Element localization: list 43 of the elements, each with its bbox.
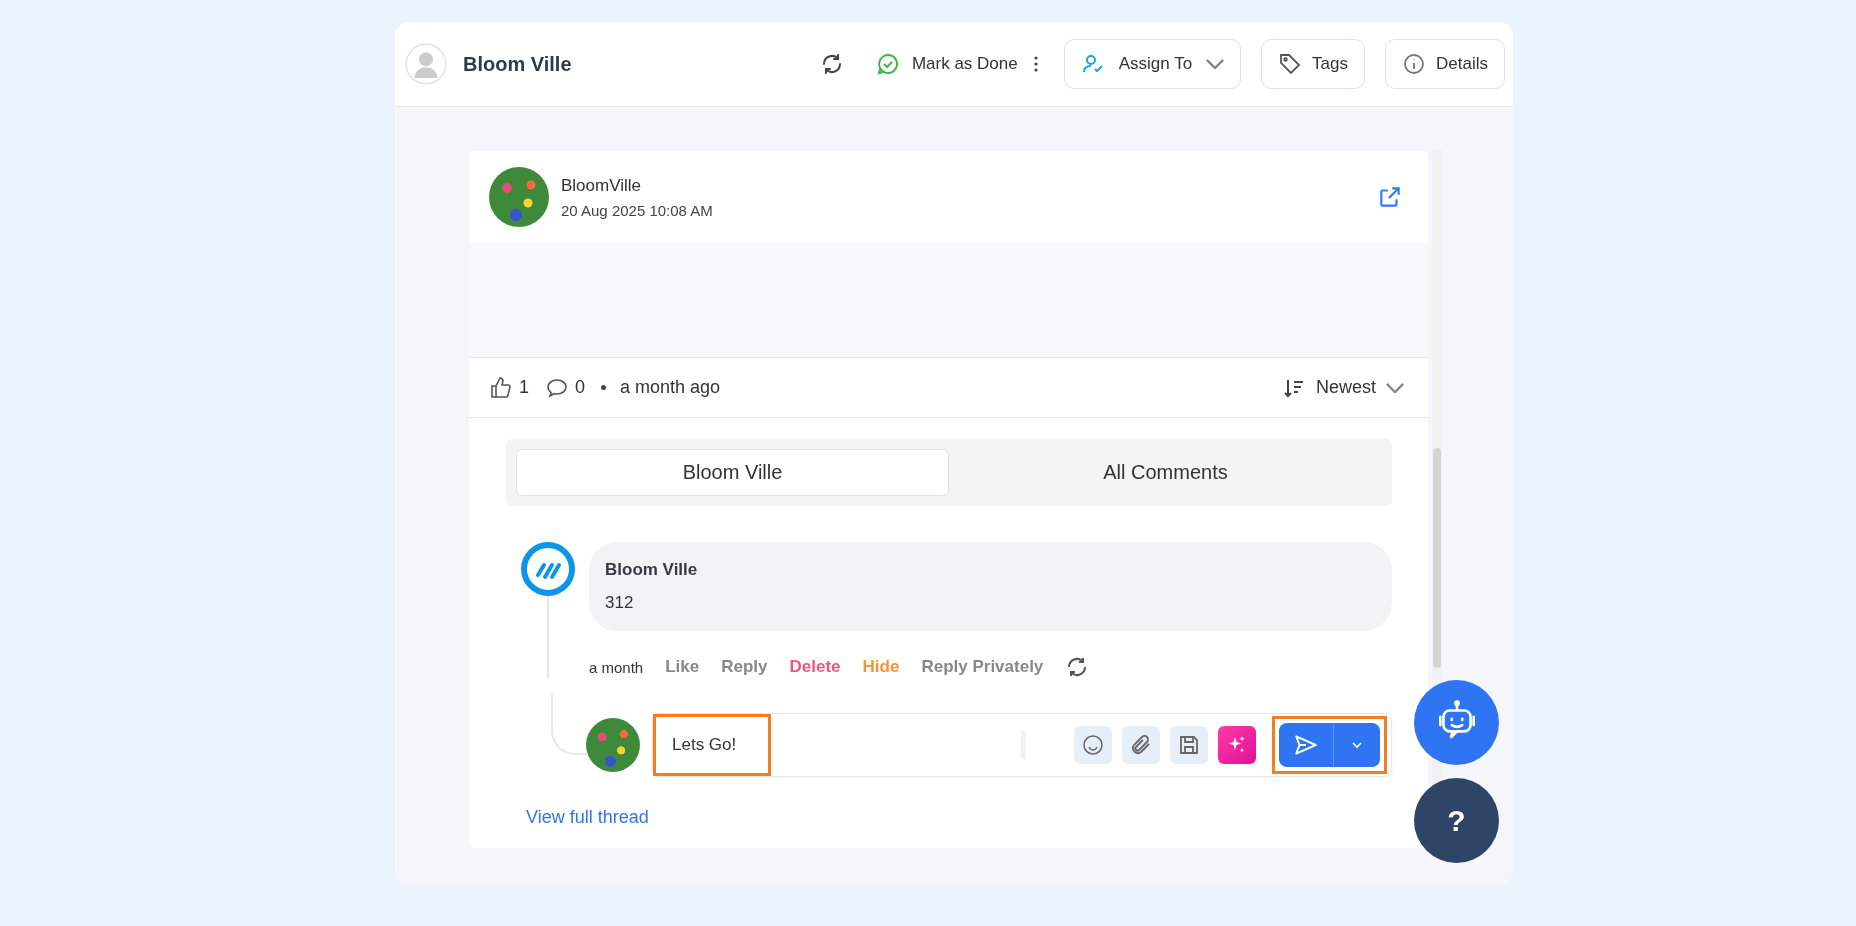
- ai-assist-button[interactable]: [1218, 726, 1256, 764]
- tags-button[interactable]: Tags: [1261, 39, 1366, 89]
- author-name: BloomVille: [561, 175, 642, 196]
- comment-action-link[interactable]: Like: [665, 657, 700, 677]
- chevron-down-icon: [1206, 59, 1225, 69]
- comment-time: a month: [589, 658, 644, 676]
- like-count: 1: [519, 377, 529, 398]
- mark-as-done-button[interactable]: Mark as Done: [855, 52, 1018, 76]
- chat-check-icon: [875, 52, 900, 76]
- separator-dot: [601, 385, 607, 390]
- paper-plane-icon: [1293, 732, 1319, 758]
- emoji-button[interactable]: [1074, 726, 1112, 764]
- comment-action-link[interactable]: Reply Privately: [921, 657, 1044, 677]
- more-options-icon[interactable]: [1033, 56, 1038, 72]
- contact-name: Bloom Ville: [463, 52, 572, 76]
- attachment-button[interactable]: [1122, 726, 1160, 764]
- comment-action-link[interactable]: Reply: [721, 657, 768, 677]
- comment-author: Bloom Ville: [605, 560, 699, 580]
- tab[interactable]: All Comments: [949, 449, 1382, 496]
- post-time: 20 Aug 2025 10:08 AM: [561, 201, 713, 219]
- profile-photo-placeholder: [489, 167, 549, 227]
- sort-dropdown[interactable]: Newest: [1275, 374, 1410, 401]
- view-full-thread-link[interactable]: View full thread: [526, 807, 649, 828]
- profile-photo-placeholder: [586, 718, 640, 772]
- smiley-icon: [1081, 733, 1105, 757]
- scrollbar-thumb[interactable]: [1433, 448, 1441, 668]
- thumbs-up-icon[interactable]: [489, 375, 513, 400]
- external-link-icon[interactable]: [1377, 184, 1403, 210]
- page-logo-icon: [521, 542, 575, 596]
- save-button[interactable]: [1170, 726, 1208, 764]
- comment-count: 0: [575, 377, 586, 398]
- info-icon: [1402, 52, 1427, 76]
- paperclip-icon: [1129, 733, 1153, 757]
- assign-to-dropdown[interactable]: Assign To: [1063, 39, 1242, 89]
- reply-field[interactable]: Lets Go!: [652, 713, 1392, 777]
- post-age: a month ago: [620, 377, 721, 398]
- details-button[interactable]: Details: [1385, 39, 1505, 89]
- tag-icon: [1278, 52, 1303, 76]
- reply-input[interactable]: Lets Go!: [670, 734, 754, 756]
- comment-text: 312: [605, 593, 635, 613]
- avatar-icon: [405, 43, 447, 85]
- tab[interactable]: Bloom Ville: [516, 449, 949, 496]
- chevron-down-icon: [1386, 382, 1404, 393]
